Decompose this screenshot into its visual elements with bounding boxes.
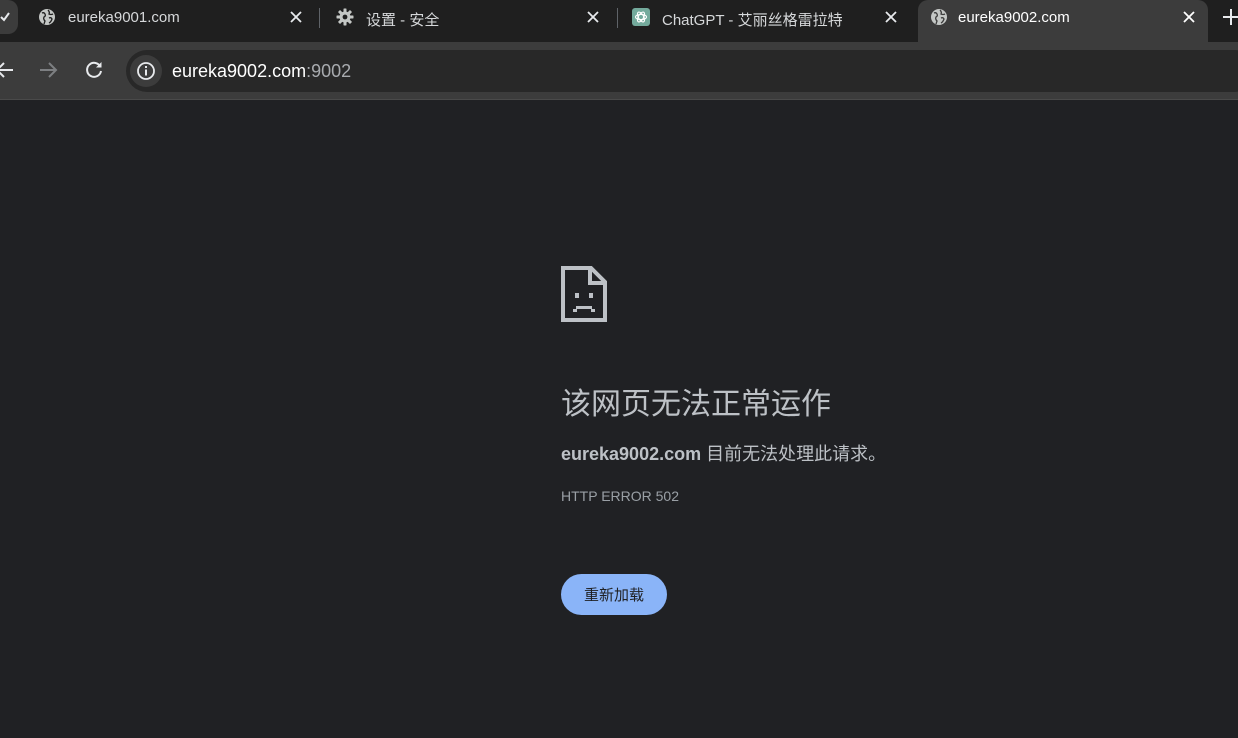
error-page: 该网页无法正常运作 eureka9002.com 目前无法处理此请求。 HTTP… [0,101,1238,738]
check-icon [0,12,10,22]
reload-icon[interactable] [83,59,105,81]
gear-icon [336,8,354,26]
error-message: 目前无法处理此请求。 [701,444,887,464]
reload-button[interactable]: 重新加载 [561,574,667,615]
info-icon [137,62,155,80]
sad-page-icon [561,266,607,322]
close-icon[interactable] [584,8,602,26]
back-arrow-icon[interactable] [0,59,16,81]
tab-title: eureka9002.com [958,9,1070,26]
tab-strip: eureka9001.com 设置 - 安全 ChatGPT - 艾丽丝格雷拉特… [0,0,1238,42]
tab-title: eureka9001.com [68,9,180,26]
globe-icon [931,9,947,25]
tab-eureka9001[interactable]: eureka9001.com [24,0,316,36]
new-tab-plus-icon[interactable] [1222,6,1238,28]
url-host: eureka9002.com [172,61,307,81]
previous-tab-stub[interactable] [0,0,18,34]
close-icon[interactable] [1180,8,1198,26]
close-icon[interactable] [287,8,305,26]
tab-separator [319,8,320,28]
chatgpt-icon [632,8,650,26]
tab-eureka9002[interactable]: eureka9002.com [918,0,1208,42]
error-heading: 该网页无法正常运作 [561,388,831,421]
error-description: eureka9002.com 目前无法处理此请求。 [561,440,886,466]
close-icon[interactable] [882,8,900,26]
site-info-button[interactable] [130,55,162,87]
url-text[interactable]: eureka9002.com:9002 [172,61,351,82]
error-host: eureka9002.com [561,444,702,464]
address-bar[interactable]: eureka9002.com:9002 [126,50,1238,92]
tab-chatgpt[interactable]: ChatGPT - 艾丽丝格雷拉特 [618,0,912,36]
url-port: :9002 [306,61,352,81]
tab-title: 设置 - 安全 [366,12,440,29]
tab-title: ChatGPT - 艾丽丝格雷拉特 [662,12,843,29]
forward-arrow-icon[interactable] [37,59,59,81]
browser-toolbar: eureka9002.com:9002 [0,42,1238,100]
globe-icon [39,9,55,25]
tab-settings[interactable]: 设置 - 安全 [322,0,614,36]
error-code: HTTP ERROR 502 [561,488,679,504]
